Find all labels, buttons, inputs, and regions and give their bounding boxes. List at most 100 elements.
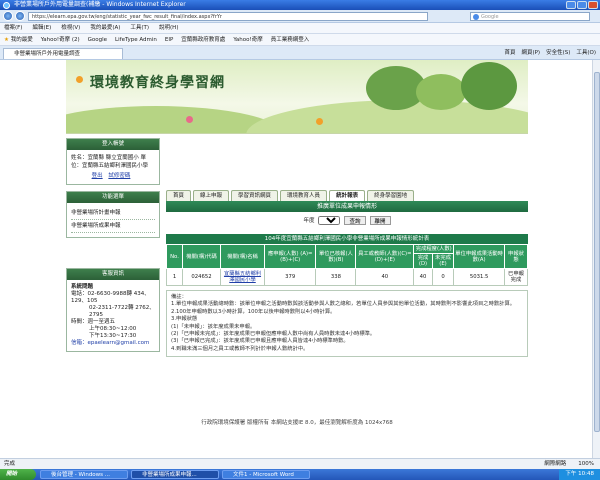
col-header: No.	[166, 244, 183, 269]
favorite-item[interactable]: 宜蘭縣政府教育處	[181, 34, 225, 45]
nav-tab-env-staff[interactable]: 環境教育人員	[280, 190, 328, 201]
favorite-item[interactable]: EIP	[165, 34, 173, 45]
col-header: 單位已核報(人數)(B)	[315, 244, 357, 269]
nav-tab-home[interactable]: 首頁	[166, 190, 192, 201]
browser-tab[interactable]: 非營業場所戶外用電量調查	[3, 48, 123, 59]
menu-tools[interactable]: 工具(T)	[130, 23, 149, 33]
menu-edit[interactable]: 編輯(E)	[32, 23, 51, 33]
vertical-scrollbar[interactable]	[592, 60, 600, 458]
favorite-item[interactable]: 員工業務網登入	[271, 34, 310, 45]
address-bar: https://elearn.epa.gov.tw/eng/statistic_…	[0, 10, 600, 23]
search-input[interactable]: Google	[470, 12, 590, 21]
table-cell: 已申報完成	[503, 268, 529, 286]
nav-tab-statistics[interactable]: 統計報表	[329, 190, 366, 201]
window-title: 非營業場所戶外用電量調查(補繳 - Windows Internet Explo…	[14, 1, 186, 8]
table-cell: 40	[355, 268, 415, 286]
table-caption: 104年度宜蘭縣五結鄉利澤國民小學非營業場所成果申報情形統計表	[166, 234, 528, 244]
window-titlebar: 非營業場所戶外用電量調查(補繳 - Windows Internet Explo…	[0, 0, 600, 10]
favorite-item[interactable]: LifeType Admin	[115, 34, 157, 45]
year-select[interactable]: 104	[318, 215, 341, 225]
flower-icon	[76, 76, 83, 83]
menu-favorites[interactable]: 我的最愛(A)	[90, 23, 120, 33]
system-tray-clock: 下午 10:48	[559, 469, 600, 480]
status-text: 完成	[4, 461, 16, 467]
service-line: 上午08:30~12:00	[89, 326, 137, 332]
col-header: 申報狀態	[503, 244, 529, 269]
service-email[interactable]: 信箱：epaelearn@gmail.com	[71, 340, 155, 347]
close-button[interactable]	[588, 1, 598, 9]
search-placeholder: Google	[481, 14, 499, 20]
notes-box: 備註： 1.單位申報成果活動總時數：該單位申報之活動時數與該活動參與人數之總和，…	[166, 290, 528, 358]
function-menu-item-plan[interactable]: 非營業場所計畫申報	[71, 207, 155, 220]
note-line: (3)「已申報已完成」：該年度成果已申報且應申報人員皆達4小時標準時數。	[171, 338, 349, 345]
favorite-item[interactable]: Yahoo!奇摩	[233, 34, 262, 45]
safety-menu[interactable]: 安全性(S)	[546, 48, 570, 58]
col-header: 未完成(E)	[431, 253, 455, 269]
table-cell: 0	[431, 268, 455, 286]
menu-view[interactable]: 檢視(V)	[61, 23, 80, 33]
note-line: 3.申報狀態	[171, 316, 198, 323]
service-box-heading: 客服資訊	[67, 269, 159, 280]
ie-icon	[3, 2, 10, 9]
table-row: 1 024652 宜蘭縣五結鄉利澤國民小學 379 338 40 40 0 50…	[166, 268, 529, 286]
login-box-heading: 登入帳號	[67, 139, 159, 150]
favorite-item[interactable]: Yahoo!奇摩 (2)	[41, 34, 80, 45]
filter-row: 年度 104 查詢 離開	[166, 212, 528, 228]
taskbar-item[interactable]: 後台管理 - Windows ...	[40, 470, 128, 479]
home-button[interactable]: 首頁	[504, 48, 515, 58]
favorites-bar: ★ 我的最愛 Yahoo!奇摩 (2) Google LifeType Admi…	[0, 34, 600, 46]
page-menu[interactable]: 網頁(P)	[521, 48, 540, 58]
unit-name-link[interactable]: 宜蘭縣五結鄉利澤國民小學	[224, 271, 261, 283]
nav-tab-online-report[interactable]: 線上申報	[193, 190, 230, 201]
back-icon[interactable]	[3, 11, 13, 21]
query-button[interactable]: 查詢	[344, 215, 366, 225]
logout-link[interactable]: 登出	[92, 173, 103, 179]
menu-help[interactable]: 說明(H)	[159, 23, 178, 33]
forward-icon[interactable]	[15, 11, 25, 21]
function-menu-item-result[interactable]: 非營業場所成果申報	[71, 220, 155, 233]
start-button[interactable]: 開始	[0, 469, 36, 480]
flower-icon	[186, 116, 193, 123]
site-banner: 環境教育終身學習網	[66, 60, 528, 134]
page-viewport: 環境教育終身學習網 登入帳號 姓名：宜蘭縣 縣立宜蘭國小 單位：宜蘭縣五結鄉利澤…	[0, 60, 592, 458]
col-group-header: 完成程度(人數)	[413, 244, 455, 254]
left-column: 登入帳號 姓名：宜蘭縣 縣立宜蘭國小 單位：宜蘭縣五結鄉利澤國民小學 登出 試修…	[66, 134, 162, 358]
nav-tab-learning-info[interactable]: 學習資訊網頁	[231, 190, 279, 201]
service-line: 02-2311-7722轉 2762、2795	[89, 305, 155, 318]
table-cell: 024652	[182, 268, 221, 286]
col-header: 員工或教師(人數)(C)=(D)+(E)	[355, 244, 415, 269]
taskbar: 開始 後台管理 - Windows ... 非營業場所成果申報... 文件1 -…	[0, 469, 600, 480]
note-line: 1.單位申報成果活動總時數：該單位申報之活動時數與該活動參與人數之總和，若單位人…	[171, 301, 516, 308]
service-line: 電話：02-6630-9988轉 434、129、105	[71, 291, 150, 304]
change-password-link[interactable]: 試修密碼	[108, 173, 130, 179]
taskbar-item-active[interactable]: 非營業場所成果申報...	[131, 470, 219, 479]
minimize-button[interactable]	[566, 1, 576, 9]
function-menu-heading: 功能選單	[67, 192, 159, 203]
site-nav: 首頁 線上申報 學習資訊網頁 環境教育人員 統計報表 終身學習園地	[166, 190, 528, 201]
main-column: 首頁 線上申報 學習資訊網頁 環境教育人員 統計報表 終身學習園地 推廣單位成果…	[166, 134, 529, 358]
table-cell: 379	[263, 268, 317, 286]
site-title: 環境教育終身學習網	[90, 75, 225, 91]
table-cell: 5031.5	[453, 268, 505, 286]
taskbar-item[interactable]: 文件1 - Microsoft Word	[222, 470, 310, 479]
url-input[interactable]: https://elearn.epa.gov.tw/eng/statistic_…	[28, 12, 428, 21]
col-header: 單位申報成果活動時數(A)	[453, 244, 505, 269]
favorite-item[interactable]: ★ 我的最愛	[4, 34, 33, 45]
zoom-control[interactable]: 100%	[578, 459, 594, 469]
col-header: 應申報(人數) (A)=(B)+(C)	[263, 244, 317, 269]
login-box: 登入帳號 姓名：宜蘭縣 縣立宜蘭國小 單位：宜蘭縣五結鄉利澤國民小學 登出 試修…	[66, 138, 160, 185]
banner-tree	[416, 74, 466, 110]
nav-tab-lifelong[interactable]: 終身學習園地	[367, 190, 415, 201]
service-line: 下午13:30~17:30	[89, 333, 137, 339]
google-icon	[473, 14, 479, 20]
menu-file[interactable]: 檔案(F)	[4, 23, 22, 33]
service-box: 客服資訊 系統問題 電話：02-6630-9988轉 434、129、105 0…	[66, 268, 160, 352]
maximize-button[interactable]	[577, 1, 587, 9]
status-bar: 完成 網際網路 100%	[0, 458, 600, 469]
tools-menu[interactable]: 工具(O)	[576, 48, 596, 58]
service-line: 時間：週一至週五	[71, 319, 116, 325]
scrollbar-thumb[interactable]	[594, 72, 600, 432]
exit-button[interactable]: 離開	[369, 215, 391, 225]
favorite-item[interactable]: Google	[88, 34, 107, 45]
table-cell: 1	[166, 268, 183, 286]
